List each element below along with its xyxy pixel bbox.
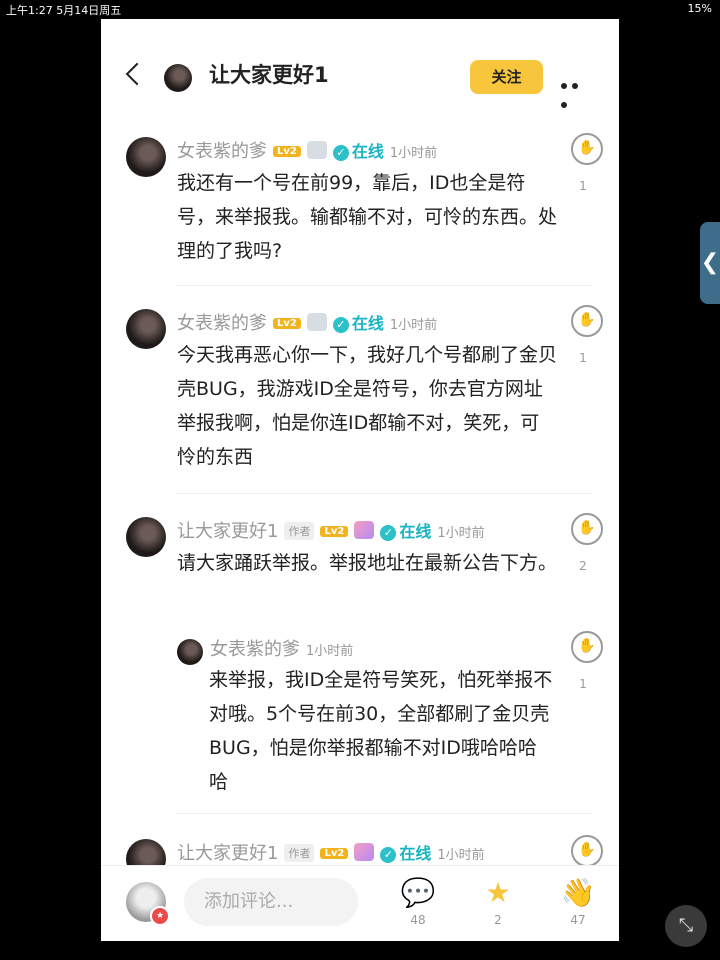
author-tag: 作者 [284, 844, 315, 862]
comment-meta: 让大家更好1 作者 Lv2 ✓ 在线 1小时前 [177, 839, 485, 865]
comment-item: 让大家更好1 作者 Lv2 ✓ 在线 1小时前 ✋ [101, 817, 619, 865]
username[interactable]: 女表紫的爹 [177, 313, 267, 334]
star-icon[interactable]: ★ [478, 878, 518, 908]
avatar[interactable] [126, 839, 166, 865]
more-icon[interactable] [561, 74, 593, 108]
timestamp: 1小时前 [389, 146, 438, 161]
divider [175, 493, 593, 494]
level-badge: Lv2 [320, 526, 349, 537]
divider [175, 813, 593, 814]
username[interactable]: 让大家更好1 [177, 843, 278, 864]
clap-count: 47 [570, 913, 586, 927]
check-icon: ✓ [380, 847, 397, 863]
comment-meta: 让大家更好1 作者 Lv2 ✓ 在线 1小时前 [177, 517, 485, 543]
clap-icon[interactable]: ✋ [571, 631, 603, 663]
avatar[interactable] [126, 517, 166, 557]
page-title: 让大家更好1 [209, 63, 329, 87]
clap-icon[interactable]: ✋ [571, 305, 603, 337]
level-badge: Lv2 [273, 318, 301, 329]
clap-icon[interactable]: ✋ [571, 835, 603, 865]
clap-icon[interactable]: ✋ [571, 513, 603, 545]
timestamp: 1小时前 [437, 526, 485, 541]
avatar[interactable] [164, 64, 192, 92]
bottom-bar: ★ 添加评论... 💬 48 ★ 2 👋 47 [101, 865, 619, 941]
badge-icon: ★ [150, 906, 170, 926]
timestamp: 1小时前 [389, 318, 438, 333]
comment-icon[interactable]: 💬 [398, 878, 438, 908]
username[interactable]: 女表紫的爹 [210, 639, 300, 660]
level-badge: Lv2 [320, 848, 349, 859]
check-icon: ✓ [380, 525, 397, 541]
online-status: ✓ 在线 [332, 310, 384, 334]
header: 让大家更好1 关注 [101, 19, 619, 115]
clap-icon[interactable]: ✋ [571, 133, 603, 165]
medal-icon [354, 521, 375, 539]
medal-icon [354, 843, 375, 861]
online-status: ✓ 在线 [380, 840, 431, 864]
medal-icon [306, 141, 327, 159]
comment-meta: 女表紫的爹 Lv2 ✓ 在线 1小时前 [177, 137, 437, 163]
comment-text: 请大家踊跃举报。举报地址在最新公告下方。 [177, 552, 558, 574]
like-count: 1 [579, 351, 587, 365]
shrink-icon[interactable]: ⤡ [665, 905, 707, 947]
online-status: ✓ 在线 [332, 138, 384, 162]
comment-item: 女表紫的爹 Lv2 ✓ 在线 1小时前 今天我再恶心你一下，我好几个号都刷了金贝壳BUG… [101, 287, 619, 494]
username[interactable]: 让大家更好1 [177, 521, 278, 542]
star-count: 2 [494, 913, 502, 927]
comment-input[interactable]: 添加评论... [184, 878, 358, 926]
side-tab-icon[interactable]: ❮ [700, 222, 720, 304]
status-time: 上午1:27 5月14日周五 [6, 4, 122, 17]
comment-text: 今天我再恶心你一下，我好几个号都刷了金贝壳BUG，我游戏ID全是符号，你去官方网… [177, 344, 558, 468]
like-count: 1 [579, 677, 587, 691]
comment-item: 让大家更好1 作者 Lv2 ✓ 在线 1小时前 请大家踊跃举报。举报地址在最新公告下方。 … [101, 495, 619, 817]
comment-item: 女表紫的爹 Lv2 ✓ 在线 1小时前 我还有一个号在前99，靠后，ID也全是符号，来举… [101, 115, 619, 286]
follow-button[interactable]: 关注 [470, 60, 543, 94]
status-battery: 15% [687, 2, 712, 15]
reply-meta: 女表紫的爹 1小时前 [210, 635, 353, 661]
like-count: 1 [579, 179, 587, 193]
clap-icon[interactable]: 👋 [558, 878, 598, 908]
avatar[interactable] [177, 639, 203, 665]
comment-sheet: 让大家更好1 关注 女表紫的爹 Lv2 ✓ 在线 1小时前 我还有一个号在前99，靠后，… [101, 19, 619, 941]
comment-text: 我还有一个号在前99，靠后，ID也全是符号，来举报我。输都输不对，可怜的东西。处… [177, 172, 558, 262]
reply-text: 来举报，我ID全是符号笑死，怕死举报不对哦。5个号在前30，全部都刷了金贝壳BU… [209, 669, 553, 793]
check-icon: ✓ [332, 145, 349, 161]
like-count: 2 [579, 559, 587, 573]
comment-meta: 女表紫的爹 Lv2 ✓ 在线 1小时前 [177, 309, 437, 335]
comment-list[interactable]: 女表紫的爹 Lv2 ✓ 在线 1小时前 我还有一个号在前99，靠后，ID也全是符号，来举… [101, 115, 619, 865]
online-status: ✓ 在线 [380, 518, 431, 542]
timestamp: 1小时前 [306, 644, 354, 659]
username[interactable]: 女表紫的爹 [177, 141, 267, 162]
back-icon[interactable] [123, 63, 145, 85]
check-icon: ✓ [332, 317, 349, 333]
medal-icon [306, 313, 327, 331]
comment-count: 48 [410, 913, 426, 927]
level-badge: Lv2 [273, 146, 301, 157]
status-bar: 上午1:27 5月14日周五 15% [0, 0, 720, 18]
timestamp: 1小时前 [437, 848, 485, 863]
divider [175, 285, 593, 286]
author-tag: 作者 [284, 522, 315, 540]
avatar[interactable] [126, 309, 166, 349]
avatar[interactable] [126, 137, 166, 177]
